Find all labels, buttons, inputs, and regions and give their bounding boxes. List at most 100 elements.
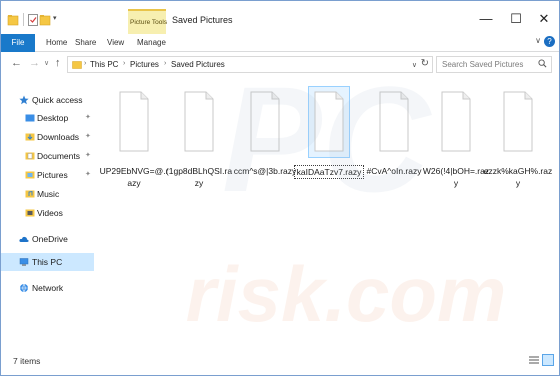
breadcrumb-this-pc[interactable]: This PC: [90, 60, 118, 69]
expand-ribbon-icon[interactable]: ∨: [535, 36, 541, 45]
sidebar-item-label: Documents: [37, 151, 80, 161]
search-icon[interactable]: [538, 59, 547, 68]
file-icon: [184, 91, 214, 152]
file-icon: [503, 91, 533, 152]
file-name: (1gp8dBLhQSI.razy: [165, 166, 233, 188]
status-bar: 7 items: [1, 349, 559, 375]
pictures-folder-icon: [25, 171, 35, 179]
network-icon: [20, 283, 28, 293]
sidebar-item-label: Quick access: [32, 95, 83, 105]
file-name: W26(!4|bOH=.razy: [422, 166, 490, 188]
sidebar-item-label: Videos: [37, 208, 63, 218]
address-bar[interactable]: › This PC › Pictures › Saved Pictures ∨ …: [67, 56, 433, 73]
breadcrumb-separator: ›: [123, 60, 126, 67]
breadcrumb-separator: ›: [84, 60, 87, 67]
sidebar-item-this-pc[interactable]: This PC: [1, 253, 94, 271]
file-item[interactable]: W26(!4|bOH=.razy: [421, 87, 491, 192]
item-count: 7 items: [13, 356, 41, 366]
star-icon: [19, 95, 29, 105]
customize-toolbar-dropdown-icon[interactable]: ▾: [53, 14, 57, 22]
recent-locations-dropdown[interactable]: ∨: [44, 59, 49, 67]
help-icon[interactable]: ?: [544, 36, 555, 47]
breadcrumb-separator: ›: [164, 60, 167, 67]
search-box[interactable]: Search Saved Pictures: [436, 56, 552, 73]
sidebar-item-desktop[interactable]: Desktop ✦: [1, 109, 94, 127]
address-row: ← → ∨ ↑ › This PC › Pictures › Saved Pic…: [1, 52, 559, 76]
sidebar-item-quick-access[interactable]: Quick access: [1, 91, 94, 109]
up-button[interactable]: ↑: [55, 57, 61, 69]
pin-icon[interactable]: ✦: [85, 151, 91, 159]
sidebar-item-onedrive[interactable]: OneDrive: [1, 230, 94, 248]
cloud-icon: [19, 236, 29, 242]
file-item[interactable]: ccm^s@|3b.razy: [230, 87, 300, 192]
picture-tools-context-tab: Picture Tools: [128, 9, 168, 34]
navigation-pane: Quick access Desktop ✦ Downloads ✦ Docum…: [1, 81, 94, 349]
sidebar-item-label: Pictures: [37, 170, 68, 180]
maximize-button[interactable]: ☐: [503, 9, 529, 29]
file-icon: [250, 91, 280, 152]
minimize-button[interactable]: —: [473, 9, 499, 29]
address-history-dropdown[interactable]: ∨: [412, 61, 417, 69]
pin-icon[interactable]: ✦: [85, 170, 91, 178]
pin-icon[interactable]: ✦: [85, 113, 91, 121]
context-tab-label: Picture Tools: [130, 19, 168, 26]
search-input[interactable]: Search Saved Pictures: [442, 60, 523, 69]
tab-file[interactable]: File: [1, 34, 35, 52]
quick-access-separator: [23, 13, 24, 26]
file-item-selected[interactable]: kaIDAaTzv7.razy: [294, 86, 364, 192]
file-name: UP29EbNVG=@.razy: [99, 166, 169, 188]
videos-folder-icon: [25, 209, 35, 217]
file-icon: [441, 91, 471, 152]
tab-share[interactable]: Share: [75, 38, 96, 47]
sidebar-item-label: Desktop: [37, 113, 69, 123]
file-name: kaIDAaTzv7.razy: [294, 165, 364, 179]
tab-manage[interactable]: Manage: [137, 38, 166, 47]
music-folder-icon: [25, 190, 35, 198]
ribbon-tabs: File Home Share View Manage ∨ ?: [1, 34, 559, 52]
sidebar-item-label: Network: [32, 283, 64, 293]
tab-view[interactable]: View: [107, 38, 124, 47]
address-folder-icon: [72, 61, 82, 69]
sidebar-item-label: Music: [37, 189, 60, 199]
sidebar-item-videos[interactable]: Videos: [1, 204, 94, 222]
sidebar-item-documents[interactable]: Documents ✦: [1, 147, 94, 165]
file-icon: [308, 86, 350, 158]
sidebar-item-pictures[interactable]: Pictures ✦: [1, 166, 94, 184]
sidebar-item-music[interactable]: Music: [1, 185, 94, 203]
pin-icon[interactable]: ✦: [85, 132, 91, 140]
new-folder-icon[interactable]: [39, 13, 51, 27]
file-name: ezzk%kaGH%.razy: [483, 166, 553, 188]
downloads-folder-icon: [25, 133, 35, 141]
file-item[interactable]: UP29EbNVG=@.razy: [99, 87, 169, 192]
file-item[interactable]: ezzk%kaGH%.razy: [483, 87, 553, 192]
computer-icon: [19, 258, 29, 266]
desktop-folder-icon: [25, 114, 35, 122]
file-icon: [119, 91, 149, 152]
tab-home[interactable]: Home: [46, 38, 67, 47]
close-button[interactable]: ✕: [531, 9, 557, 29]
back-button[interactable]: ←: [11, 57, 22, 69]
large-icons-view-icon[interactable]: [542, 354, 554, 366]
sidebar-item-label: OneDrive: [32, 234, 68, 244]
breadcrumb-saved-pictures[interactable]: Saved Pictures: [171, 60, 225, 69]
forward-button[interactable]: →: [29, 57, 40, 69]
details-view-icon[interactable]: [528, 354, 540, 366]
file-explorer-window: ▾ Picture Tools Saved Pictures — ☐ ✕ Fil…: [0, 0, 560, 376]
properties-icon[interactable]: [27, 13, 39, 27]
sidebar-item-label: This PC: [32, 257, 63, 267]
documents-folder-icon: [25, 152, 35, 160]
window-title: Saved Pictures: [172, 15, 233, 25]
refresh-icon[interactable]: ↻: [421, 58, 429, 69]
breadcrumb-pictures[interactable]: Pictures: [130, 60, 159, 69]
sidebar-item-network[interactable]: Network: [1, 279, 94, 297]
sidebar-item-label: Downloads: [37, 132, 80, 142]
file-item[interactable]: (1gp8dBLhQSI.razy: [164, 87, 234, 192]
file-list: UP29EbNVG=@.razy (1gp8dBLhQSI.razy ccm^s…: [94, 81, 559, 349]
folder-icon[interactable]: [7, 13, 19, 27]
sidebar-item-downloads[interactable]: Downloads ✦: [1, 128, 94, 146]
file-item[interactable]: #CvA^oIn.razy: [359, 87, 429, 192]
file-icon: [379, 91, 409, 152]
title-bar: ▾ Picture Tools Saved Pictures — ☐ ✕: [1, 1, 559, 34]
file-name: #CvA^oIn.razy: [366, 166, 422, 176]
file-name: ccm^s@|3b.razy: [233, 166, 297, 176]
